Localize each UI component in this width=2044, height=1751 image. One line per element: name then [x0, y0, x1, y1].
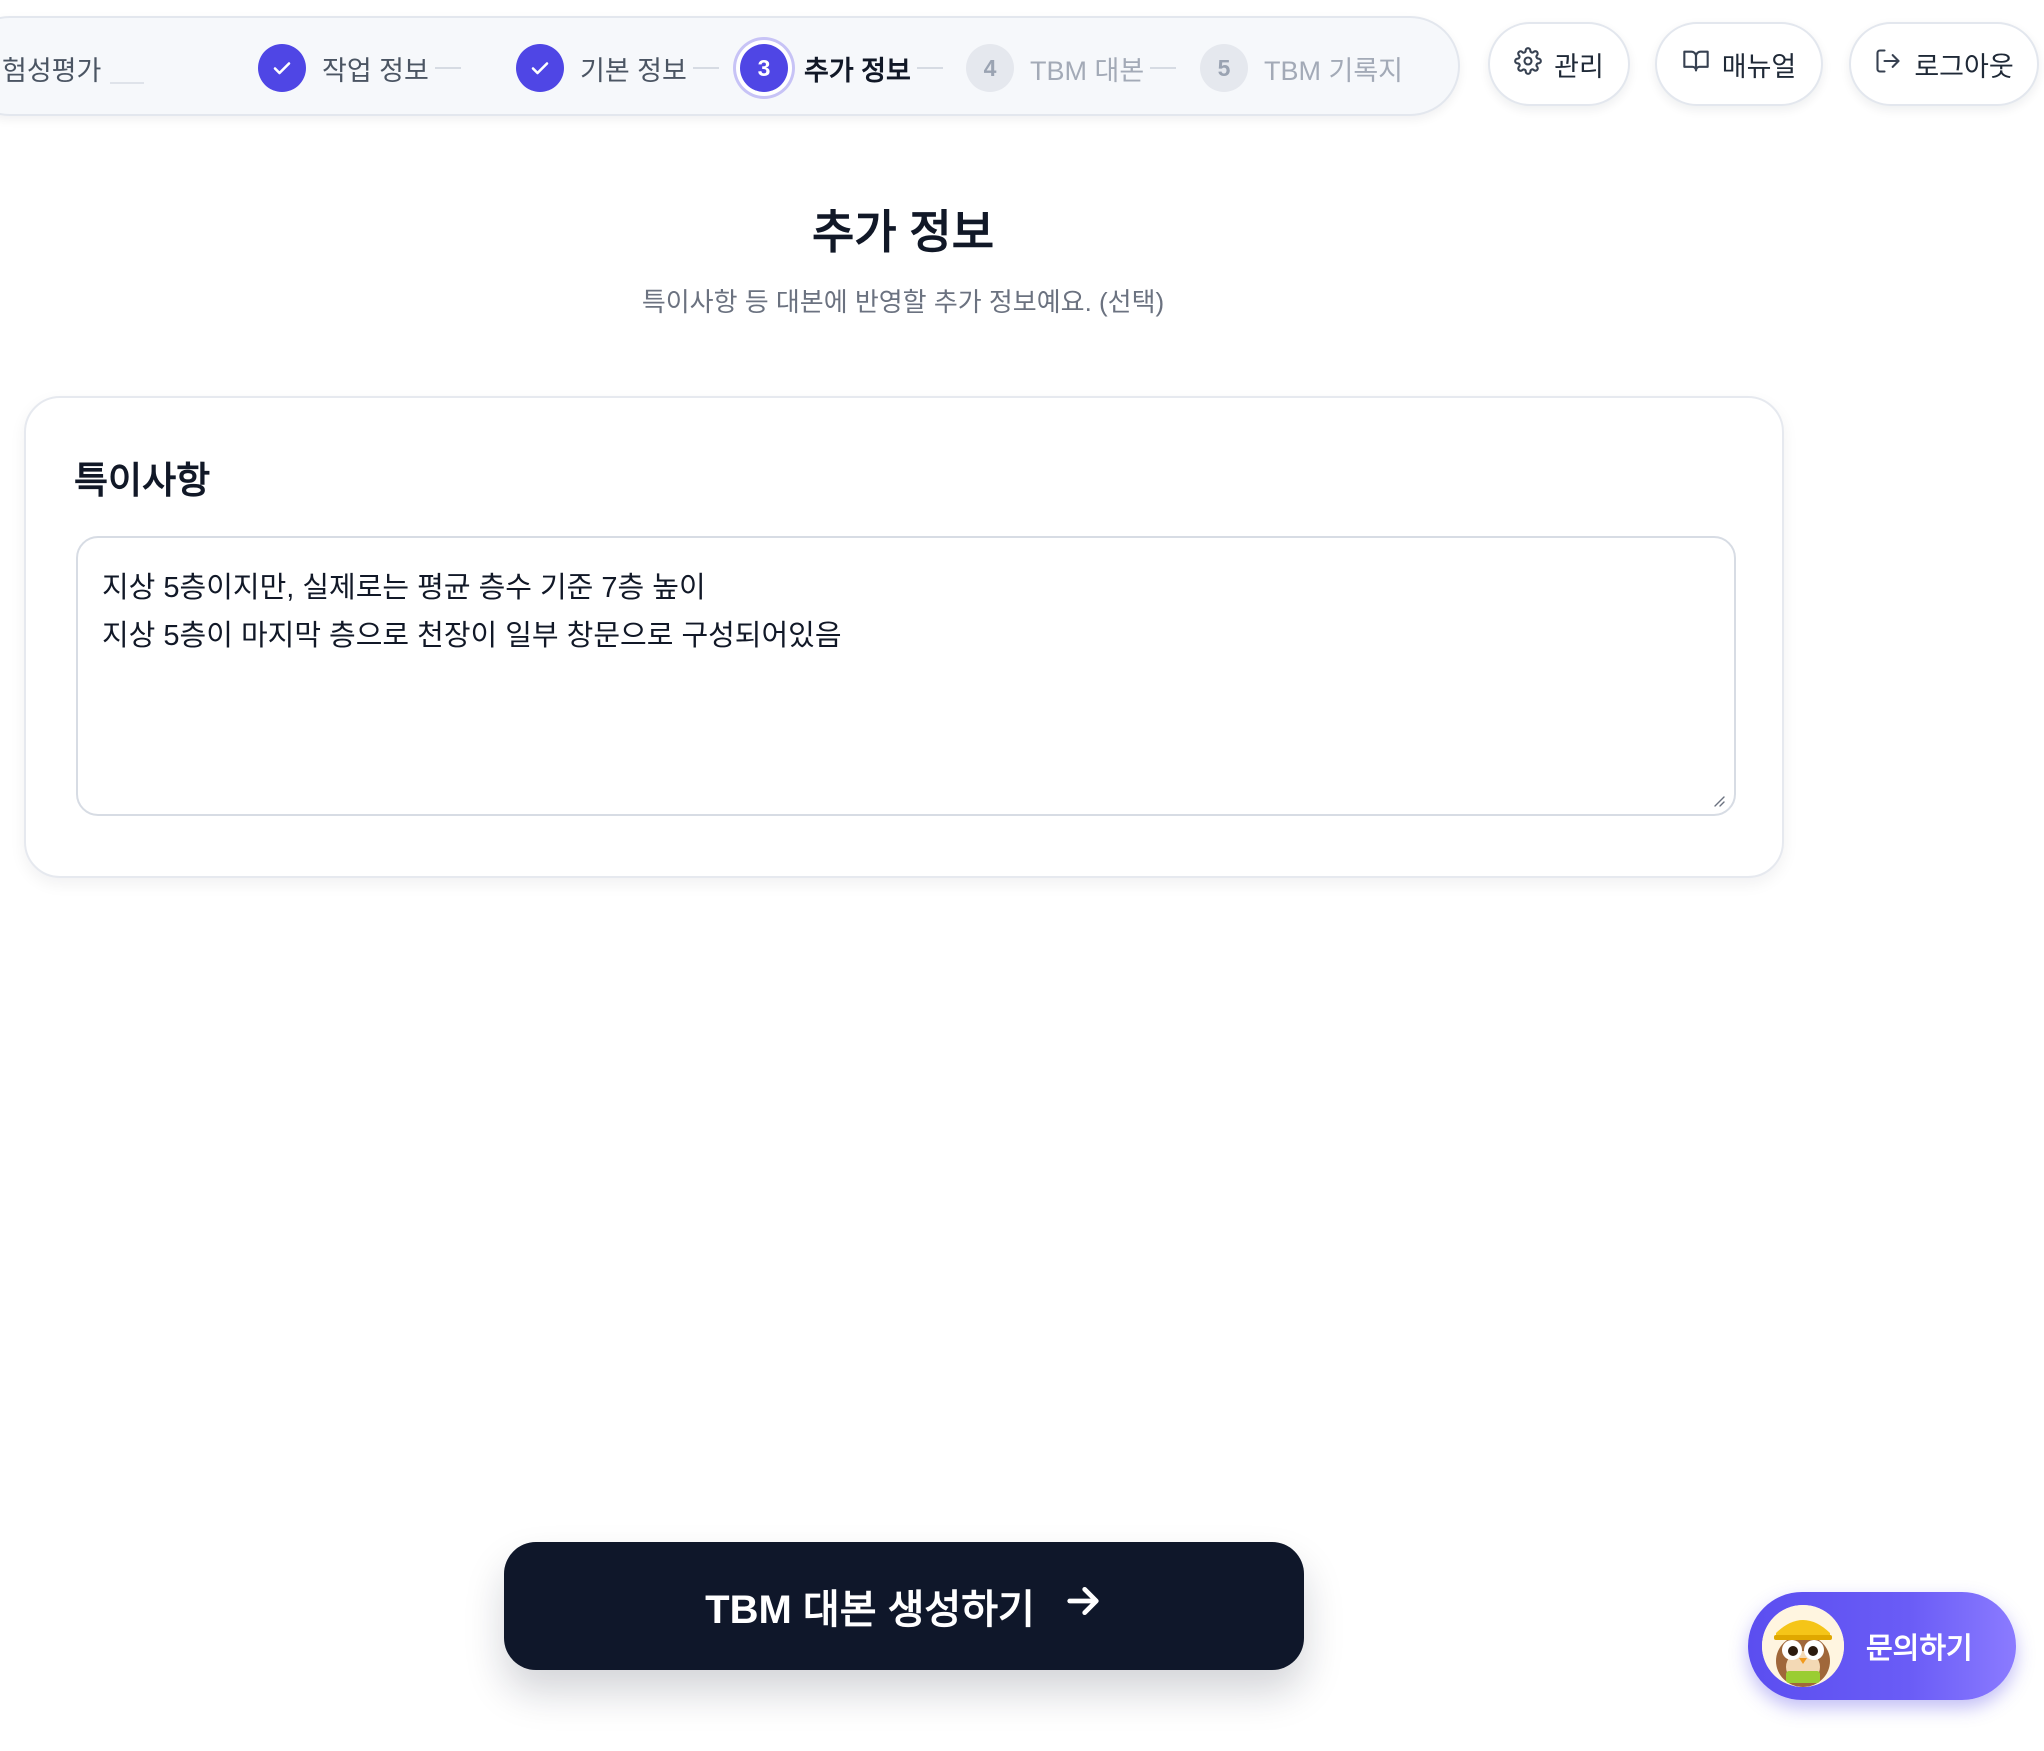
- page-subtitle: 특이사항 등 대본에 반영할 추가 정보예요. (선택): [641, 287, 1165, 317]
- logout-button[interactable]: 로그아웃: [1849, 22, 2039, 106]
- help-chat-button[interactable]: 문의하기: [1748, 1592, 2016, 1700]
- step-basic-info[interactable]: 기본 정보: [516, 18, 719, 118]
- step-number-badge: 5: [1200, 44, 1248, 92]
- step-connector: [1150, 67, 1177, 69]
- step-risk-assessment[interactable]: 험성평가: [2, 18, 101, 118]
- logout-icon: [1874, 47, 1902, 82]
- notes-textarea[interactable]: 지상 5층이지만, 실제로는 평균 층수 기준 7층 높이 지상 5층이 마지막…: [76, 536, 1736, 816]
- step-additional-info[interactable]: 3 추가 정보: [740, 18, 943, 118]
- generate-script-button[interactable]: TBM 대본 생성하기: [504, 1542, 1304, 1670]
- step-label: 기본 정보: [580, 55, 687, 86]
- step-label: 추가 정보: [804, 55, 911, 86]
- manual-button[interactable]: 매뉴얼: [1655, 22, 1823, 106]
- notes-line: 지상 5층이 마지막 층으로 천장이 일부 창문으로 구성되어있음: [102, 620, 842, 652]
- step-tbm-script[interactable]: 4 TBM 대본: [966, 18, 1177, 118]
- generate-script-label: TBM 대본 생성하기: [705, 1588, 1035, 1632]
- step-work-info[interactable]: 작업 정보: [258, 18, 461, 118]
- step-label: 험성평가: [2, 55, 102, 86]
- owl-mascot-avatar: [1762, 1605, 1844, 1687]
- step-connector: [916, 67, 943, 69]
- step-connector: [110, 82, 144, 84]
- check-icon: [258, 44, 306, 92]
- book-open-icon: [1682, 47, 1710, 82]
- arrow-right-icon: [1063, 1581, 1103, 1631]
- gear-icon: [1514, 46, 1543, 82]
- help-label: 문의하기: [1866, 1633, 1973, 1665]
- manual-label: 매뉴얼: [1721, 51, 1797, 82]
- check-icon: [516, 44, 564, 92]
- resize-handle-icon[interactable]: [1710, 792, 1726, 808]
- step-connector: [692, 67, 719, 69]
- notes-line: 지상 5층이지만, 실제로는 평균 층수 기준 7층 높이: [102, 572, 706, 604]
- admin-button[interactable]: 관리: [1488, 22, 1630, 106]
- notes-card: 특이사항 지상 5층이지만, 실제로는 평균 층수 기준 7층 높이 지상 5층…: [24, 396, 1784, 878]
- page: 험성평가 작업 정보 기본 정보 3 추가 정보 4 TBM 대본 5 TBM …: [0, 0, 2044, 1751]
- step-label: TBM 대본: [1030, 55, 1145, 86]
- step-number-badge: 3: [740, 44, 788, 92]
- admin-label: 관리: [1554, 51, 1604, 82]
- step-number-badge: 4: [966, 44, 1014, 92]
- step-connector: [434, 67, 461, 69]
- step-tbm-record[interactable]: 5 TBM 기록지: [1200, 18, 1403, 118]
- progress-stepper: 험성평가 작업 정보 기본 정보 3 추가 정보 4 TBM 대본 5 TBM …: [0, 16, 1460, 116]
- step-label: TBM 기록지: [1264, 55, 1404, 86]
- notes-title: 특이사항: [74, 460, 211, 501]
- logout-label: 로그아웃: [1914, 51, 2014, 82]
- step-label: 작업 정보: [322, 55, 429, 86]
- page-title: 추가 정보: [811, 206, 995, 258]
